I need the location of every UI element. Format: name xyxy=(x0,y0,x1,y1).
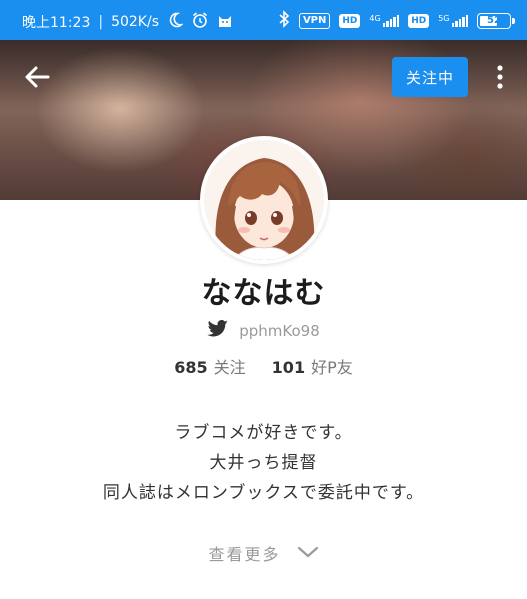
status-bar: 晚上11:23 | 502K/s VPN HD 4G HD 5G 52 xyxy=(0,0,527,40)
twitter-handle: pphmKo98 xyxy=(239,322,320,340)
profile-name: ななはむ xyxy=(201,276,326,311)
following-label: 关注 xyxy=(213,358,246,377)
see-more-label: 查看更多 xyxy=(208,545,281,564)
net-type-1: 4G xyxy=(369,14,381,23)
status-separator: | xyxy=(98,14,104,30)
chevron-down-icon xyxy=(297,544,319,563)
avatar[interactable] xyxy=(200,136,328,264)
profile-bio: ラブコメが好きです。 大井っち提督 同人誌はメロンブックスで委託中です。 xyxy=(0,418,527,508)
twitter-icon xyxy=(207,320,229,342)
cat-icon xyxy=(217,12,233,32)
back-arrow-icon[interactable] xyxy=(22,62,52,92)
hd-badge-1: HD xyxy=(339,14,361,28)
signal-icon-2: 5G xyxy=(438,15,468,27)
following-count: 685 xyxy=(174,358,208,377)
hd-badge-2: HD xyxy=(408,14,430,28)
friends-stat[interactable]: 101 好P友 xyxy=(272,354,353,378)
battery-level: 52 xyxy=(487,15,501,26)
see-more-button[interactable]: 查看更多 xyxy=(0,541,527,565)
following-stat[interactable]: 685 关注 xyxy=(174,354,245,378)
following-button[interactable]: 关注中 xyxy=(392,57,468,97)
bio-line-2: 大井っち提督 xyxy=(209,453,318,473)
vpn-badge: VPN xyxy=(298,13,331,29)
friends-label: 好P友 xyxy=(311,358,353,377)
status-time: 晚上11:23 xyxy=(22,15,91,31)
moon-icon xyxy=(167,12,185,32)
alarm-icon xyxy=(191,11,209,33)
status-right: VPN HD 4G HD 5G 52 xyxy=(278,10,515,32)
avatar-illustration xyxy=(202,138,326,262)
battery-icon: 52 xyxy=(477,13,515,29)
bluetooth-icon xyxy=(278,10,290,32)
bio-line-3: 同人誌はメロンブックスで委託中です。 xyxy=(102,483,425,503)
friends-count: 101 xyxy=(271,358,306,377)
signal-icon-1: 4G xyxy=(369,14,400,27)
status-network-speed: 502K/s xyxy=(111,14,159,30)
twitter-link[interactable]: pphmKo98 xyxy=(0,320,527,342)
net-type-2: 5G xyxy=(438,14,450,23)
more-vert-icon[interactable] xyxy=(490,62,510,92)
profile-screen: 晚上11:23 | 502K/s VPN HD 4G HD 5G 52 关注中 … xyxy=(0,0,527,599)
bio-line-1: ラブコメが好きです。 xyxy=(174,423,353,443)
profile-stats: 685 关注 101 好P友 xyxy=(0,354,527,378)
status-left: 晚上11:23 | 502K/s xyxy=(22,11,233,33)
